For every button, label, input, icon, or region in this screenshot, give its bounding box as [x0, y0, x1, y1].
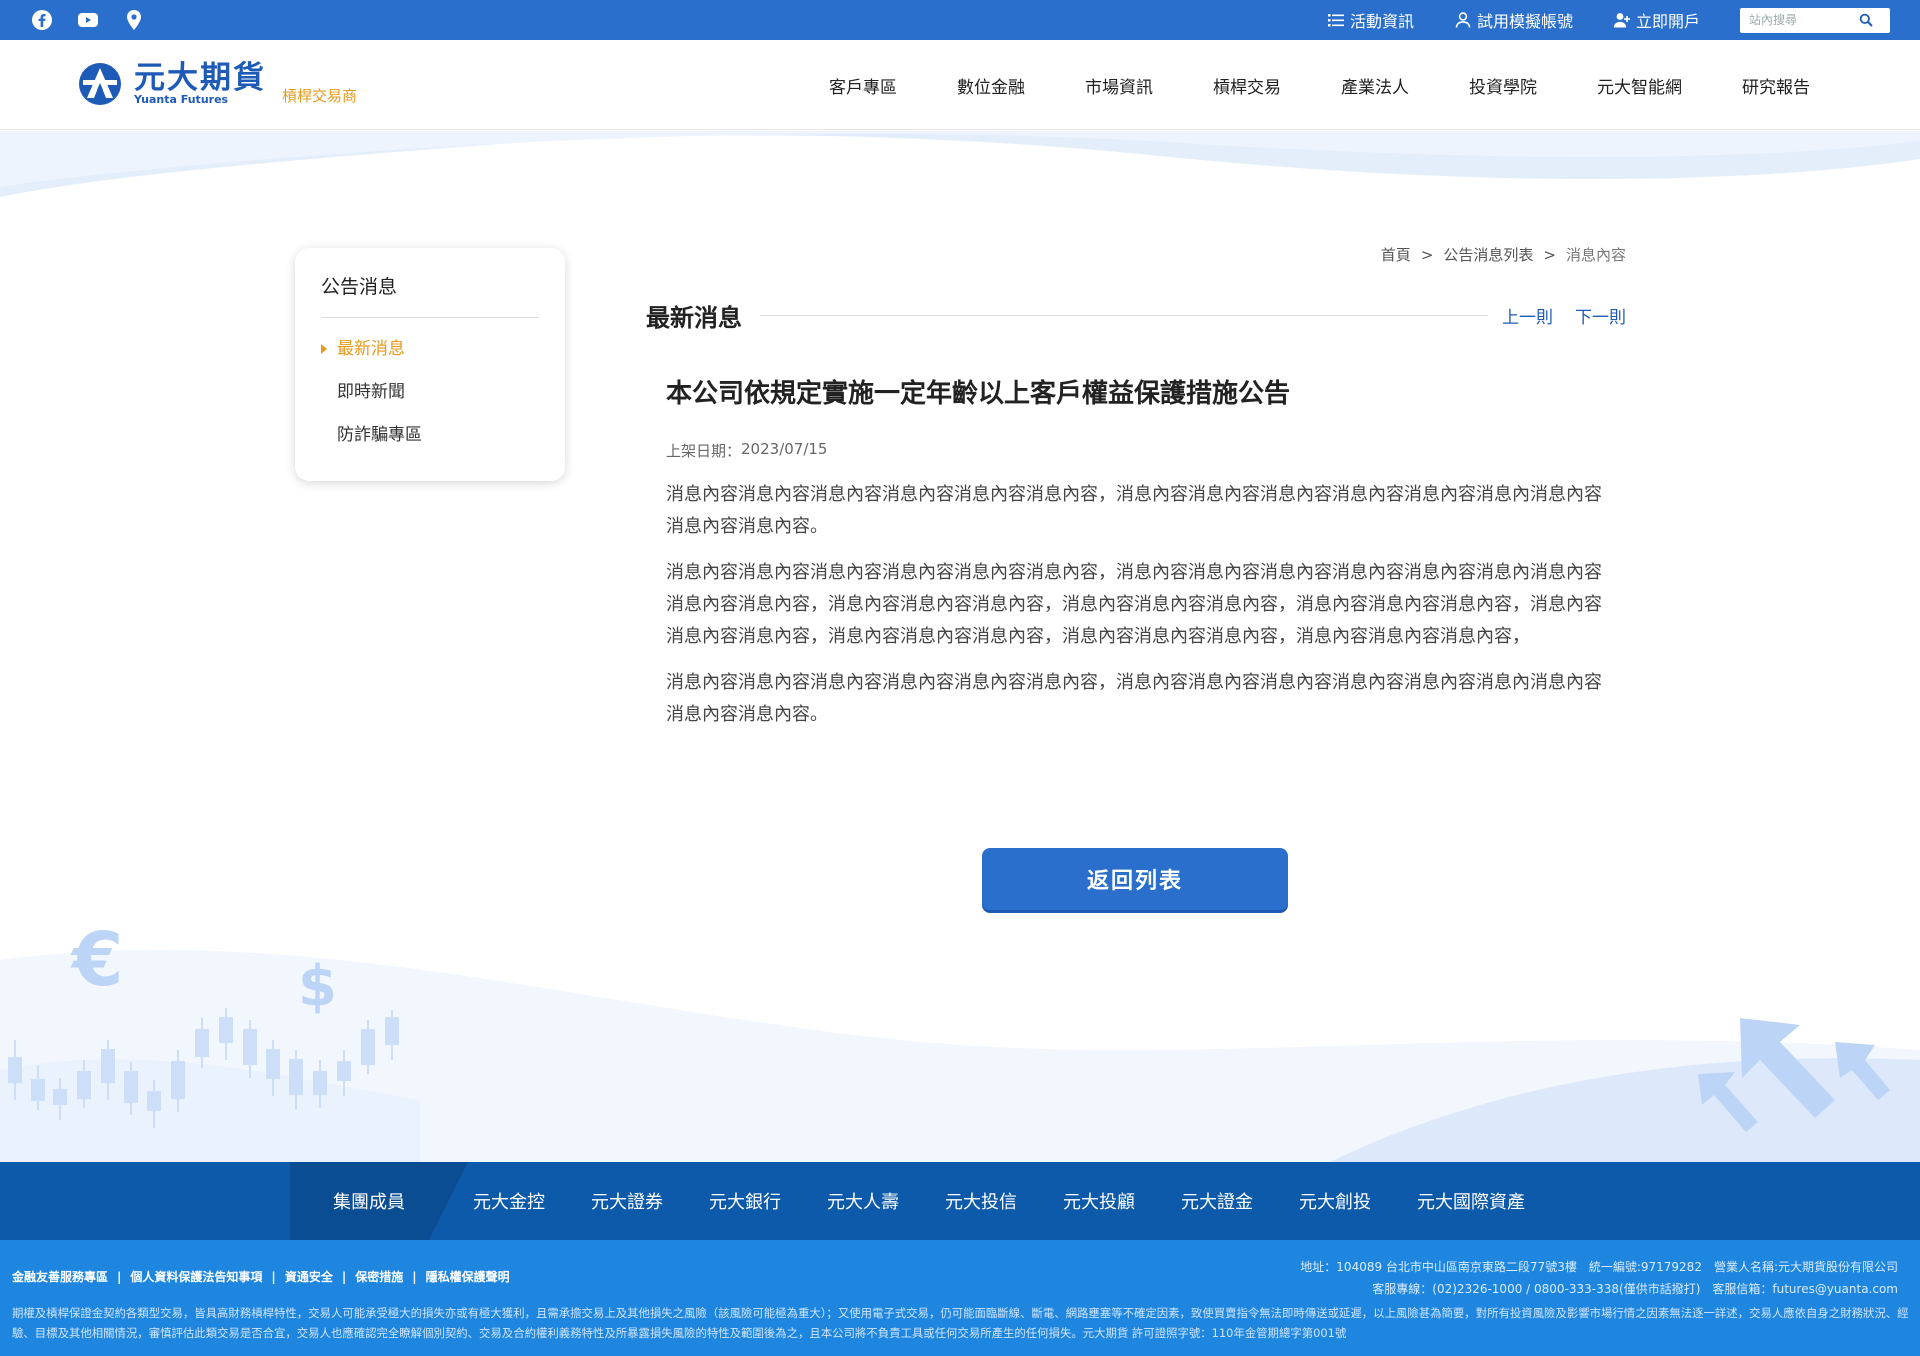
map-pin-icon[interactable] — [122, 8, 146, 32]
site-search — [1740, 7, 1890, 33]
footer-contact-info: 地址：104089 台北市中山區南京東路二段77號3樓 統一編號:9717928… — [1300, 1256, 1898, 1300]
finance-decoration: € $ — [0, 917, 1920, 1162]
search-input[interactable] — [1749, 13, 1859, 27]
next-article-link[interactable]: 下一則 — [1575, 303, 1626, 328]
group-member-link[interactable]: 元大證券 — [591, 1188, 663, 1214]
nav-market-info[interactable]: 市場資訊 — [1055, 73, 1183, 98]
demo-account-link[interactable]: 試用模擬帳號 — [1454, 8, 1573, 32]
footer-link-personal-data[interactable]: 個人資料保護法告知事項 — [130, 1268, 262, 1285]
dollar-icon: $ — [298, 954, 337, 1019]
logo-subtitle: 槓桿交易商 — [282, 87, 358, 105]
footer-address: 地址：104089 台北市中山區南京東路二段77號3樓 統一編號:9717928… — [1300, 1260, 1898, 1274]
euro-icon: € — [70, 917, 124, 1003]
group-member-link[interactable]: 元大金控 — [473, 1188, 545, 1214]
logo-chinese-name: 元大期貨 — [134, 60, 266, 96]
article-date: 上架日期： 2023/07/15 — [666, 440, 1616, 461]
yuanta-logo[interactable]: 元大期貨 Yuanta Futures 槓桿交易商 — [78, 62, 357, 106]
facebook-icon[interactable] — [30, 8, 54, 32]
footer-contact: 客服專線：(02)2326-1000 / 0800-333-338(僅供市話撥打… — [1372, 1282, 1898, 1296]
search-icon[interactable] — [1859, 13, 1873, 27]
footer-link-divider: | — [412, 1269, 417, 1284]
group-member-link[interactable]: 元大人壽 — [827, 1188, 899, 1214]
sidebar-menu: 最新消息 即時新聞 防詐騙專區 — [321, 328, 539, 457]
nav-research-reports[interactable]: 研究報告 — [1712, 73, 1840, 98]
footer-link-divider: | — [341, 1269, 347, 1284]
sidebar-item-realtime-news[interactable]: 即時新聞 — [321, 371, 539, 414]
group-members-row: 集團成員 元大金控 元大證券 元大銀行 元大人壽 元大投信 元大投顧 元大證金 … — [333, 1162, 1571, 1240]
user-plus-icon — [1613, 13, 1630, 28]
article-paragraph: 消息內容消息內容消息內容消息內容消息內容消息內容，消息內容消息內容消息內容消息內… — [666, 672, 1602, 725]
group-members-label: 集團成員 — [333, 1192, 405, 1213]
top-utility-bar: 活動資訊 試用模擬帳號 立即開戶 — [0, 0, 1920, 40]
nav-institutional[interactable]: 產業法人 — [1311, 73, 1439, 98]
breadcrumb-home[interactable]: 首頁 — [1381, 244, 1411, 265]
article-pager: 上一則 下一則 — [1502, 303, 1626, 328]
header-wave-decoration — [0, 131, 1920, 197]
footer-disclaimer: 期權及槓桿保證金契約各類型交易，皆具高財務槓桿特性，交易人可能承受極大的損失亦或… — [12, 1306, 1909, 1340]
footer-links: 金融友善服務專區 | 個人資料保護法告知事項 | 資通安全 | 保密措施 | 隱… — [12, 1268, 510, 1285]
sidebar-item-anti-fraud[interactable]: 防詐騙專區 — [321, 414, 539, 457]
youtube-icon[interactable] — [76, 8, 100, 32]
group-member-link[interactable]: 元大證金 — [1181, 1188, 1253, 1214]
section-title: 最新消息 — [646, 303, 742, 332]
article-date-value: 2023/07/15 — [741, 440, 828, 458]
nav-academy[interactable]: 投資學院 — [1439, 73, 1567, 98]
open-account-label: 立即開戶 — [1635, 12, 1700, 31]
footer-link-divider: | — [271, 1269, 276, 1284]
group-member-link[interactable]: 元大投顧 — [1063, 1188, 1135, 1214]
breadcrumb: 首頁 > 公告消息列表 > 消息內容 — [1381, 244, 1626, 265]
activity-info-link[interactable]: 活動資訊 — [1327, 8, 1414, 32]
group-member-link[interactable]: 元大國際資產 — [1417, 1188, 1525, 1214]
yuanta-logo-mark-icon — [79, 63, 121, 105]
nav-digital-finance[interactable]: 數位金融 — [927, 73, 1055, 98]
article: 本公司依規定實施一定年齡以上客戶權益保護措施公告 上架日期： 2023/07/1… — [666, 374, 1616, 731]
footer-link-divider: | — [117, 1269, 122, 1284]
utility-links: 活動資訊 試用模擬帳號 立即開戶 — [1327, 0, 1890, 40]
open-account-link[interactable]: 立即開戶 — [1613, 8, 1700, 32]
breadcrumb-list[interactable]: 公告消息列表 — [1443, 244, 1533, 265]
group-member-link[interactable]: 元大創投 — [1299, 1188, 1371, 1214]
main-nav: 客戶專區 數位金融 市場資訊 槓桿交易 產業法人 投資學院 元大智能網 研究報告 — [799, 40, 1840, 130]
sidebar-title: 公告消息 — [321, 272, 539, 318]
section-heading: 最新消息 上一則 下一則 — [646, 298, 1626, 332]
article-body: 消息內容消息內容消息內容消息內容消息內容消息內容，消息內容消息內容消息內容消息內… — [666, 479, 1616, 731]
article-date-label: 上架日期： — [666, 442, 742, 460]
group-members-inner: 集團成員 元大金控 元大證券 元大銀行 元大人壽 元大投信 元大投顧 元大證金 … — [0, 1162, 1920, 1240]
section-divider — [760, 314, 1488, 316]
group-member-link[interactable]: 元大銀行 — [709, 1188, 781, 1214]
footer-link-confidentiality[interactable]: 保密措施 — [355, 1268, 403, 1285]
prev-article-link[interactable]: 上一則 — [1502, 303, 1553, 328]
user-icon — [1455, 12, 1471, 28]
nav-customer-zone[interactable]: 客戶專區 — [799, 73, 927, 98]
article-paragraph: 消息內容消息內容消息內容消息內容消息內容消息內容，消息內容消息內容消息內容消息內… — [666, 484, 1602, 537]
group-members-bar: 集團成員 元大金控 元大證券 元大銀行 元大人壽 元大投信 元大投顧 元大證金 … — [0, 1162, 1920, 1240]
site-header: 元大期貨 Yuanta Futures 槓桿交易商 客戶專區 數位金融 市場資訊… — [0, 40, 1920, 130]
group-member-link[interactable]: 元大投信 — [945, 1188, 1017, 1214]
demo-account-label: 試用模擬帳號 — [1476, 12, 1573, 31]
nav-leverage-trading[interactable]: 槓桿交易 — [1183, 73, 1311, 98]
sidebar-item-latest-news[interactable]: 最新消息 — [321, 328, 539, 371]
breadcrumb-separator: > — [1543, 245, 1556, 264]
sidebar-card: 公告消息 最新消息 即時新聞 防詐騙專區 — [295, 248, 565, 481]
footer-link-financial-friendly[interactable]: 金融友善服務專區 — [12, 1268, 108, 1285]
article-paragraph: 消息內容消息內容消息內容消息內容消息內容消息內容，消息內容消息內容消息內容消息內… — [666, 562, 1602, 647]
list-icon — [1327, 14, 1344, 27]
breadcrumb-current: 消息內容 — [1565, 246, 1626, 264]
logo-english-name: Yuanta Futures — [134, 93, 229, 106]
article-title: 本公司依規定實施一定年齡以上客戶權益保護措施公告 — [666, 379, 1291, 409]
logo-text: 元大期貨 Yuanta Futures — [134, 62, 266, 106]
activity-info-label: 活動資訊 — [1349, 12, 1414, 31]
social-links — [30, 8, 146, 32]
site-footer: 金融友善服務專區 | 個人資料保護法告知事項 | 資通安全 | 保密措施 | 隱… — [0, 1240, 1920, 1356]
nav-smart-network[interactable]: 元大智能網 — [1567, 73, 1712, 98]
breadcrumb-separator: > — [1420, 245, 1434, 264]
footer-link-privacy[interactable]: 隱私權保護聲明 — [426, 1268, 510, 1285]
footer-link-cyber-security[interactable]: 資通安全 — [285, 1268, 333, 1285]
